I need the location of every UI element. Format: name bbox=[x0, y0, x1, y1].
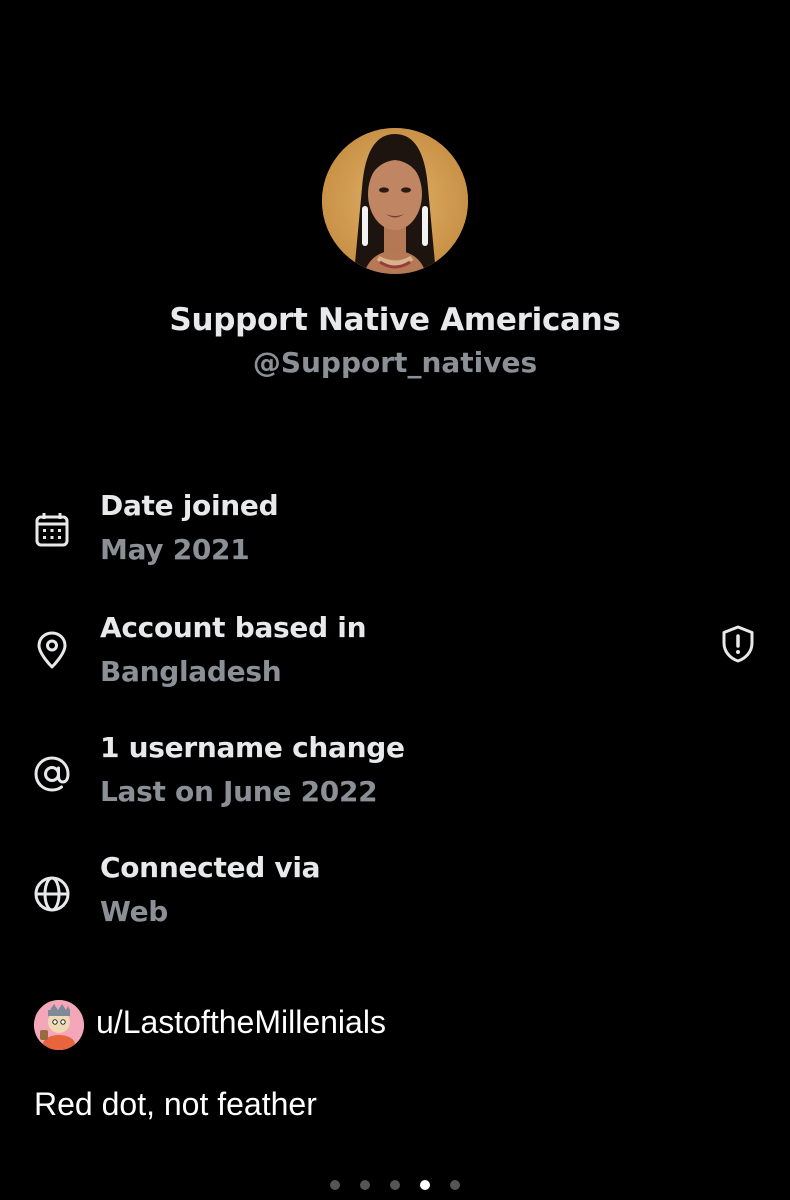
profile-avatar[interactable] bbox=[322, 128, 468, 274]
info-label: Connected via bbox=[100, 851, 321, 884]
info-row-date-joined: Date joined May 2021 bbox=[0, 488, 790, 588]
info-label: Date joined bbox=[100, 489, 279, 522]
carousel-indicator bbox=[0, 1180, 790, 1190]
globe-icon bbox=[32, 874, 72, 914]
carousel-dot-active[interactable] bbox=[420, 1180, 430, 1190]
post-caption: Red dot, not feather bbox=[34, 1086, 317, 1122]
info-label: Account based in bbox=[100, 611, 367, 644]
carousel-dot[interactable] bbox=[450, 1180, 460, 1190]
reddit-user-avatar[interactable] bbox=[34, 1000, 84, 1050]
shield-alert-icon[interactable] bbox=[720, 624, 756, 664]
carousel-dot[interactable] bbox=[330, 1180, 340, 1190]
display-name: Support Native Americans bbox=[169, 302, 621, 338]
info-value: Last on June 2022 bbox=[100, 775, 378, 808]
info-row-account-location: Account based in Bangladesh bbox=[0, 610, 790, 710]
user-handle: @Support_natives bbox=[252, 346, 538, 379]
at-sign-icon bbox=[32, 754, 72, 794]
info-row-connected-via: Connected via Web bbox=[0, 850, 790, 950]
location-pin-icon bbox=[32, 630, 72, 670]
info-value: May 2021 bbox=[100, 533, 250, 566]
reddit-username[interactable]: u/LastoftheMillenials bbox=[96, 1004, 386, 1041]
calendar-icon bbox=[32, 510, 72, 550]
profile-header: Support Native Americans @Support_native… bbox=[0, 128, 790, 379]
carousel-dot[interactable] bbox=[390, 1180, 400, 1190]
info-label: 1 username change bbox=[100, 731, 405, 764]
info-row-username-change: 1 username change Last on June 2022 bbox=[0, 730, 790, 830]
info-value: Bangladesh bbox=[100, 655, 282, 688]
carousel-dot[interactable] bbox=[360, 1180, 370, 1190]
info-value: Web bbox=[100, 895, 169, 928]
